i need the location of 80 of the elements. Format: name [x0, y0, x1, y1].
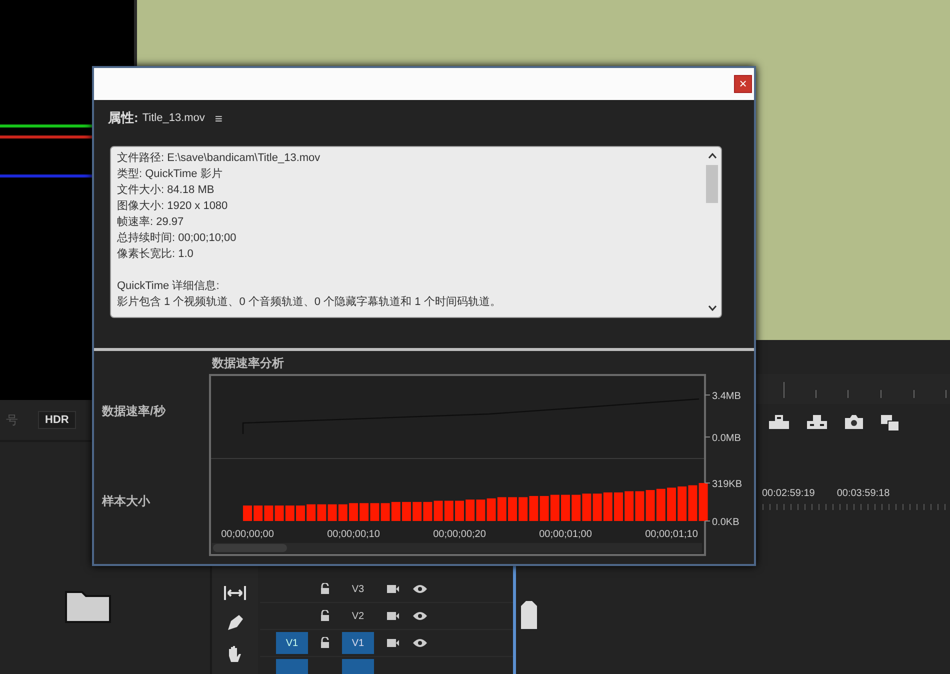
- close-button[interactable]: ×: [734, 75, 752, 93]
- analysis-title: 数据速率分析: [210, 355, 285, 372]
- file-name: Title_13.mov: [142, 112, 205, 124]
- film-icon[interactable]: [386, 637, 400, 649]
- scroll-up-icon[interactable]: [708, 153, 716, 159]
- info-line: 像素长宽比: 1.0: [117, 246, 194, 262]
- sample-bar: [476, 500, 486, 521]
- sample-bar: [635, 491, 644, 521]
- hdr-button[interactable]: HDR: [38, 411, 76, 429]
- sample-bar: [296, 506, 305, 521]
- details-title: QuickTime 详细信息:: [117, 279, 220, 294]
- info-line: 总持续时间: 00;00;10;00: [117, 231, 238, 246]
- film-icon[interactable]: [386, 610, 400, 622]
- overwrite-icon[interactable]: [806, 414, 828, 430]
- y-tick-label: 0.0KB: [712, 517, 740, 528]
- camera-icon[interactable]: [844, 414, 864, 430]
- y-tick: 3.4MB: [704, 391, 741, 402]
- eye-icon[interactable]: [412, 637, 428, 649]
- scroll-down-icon[interactable]: [708, 305, 716, 311]
- sample-bar: [508, 497, 517, 521]
- sample-bar: [349, 503, 358, 521]
- sample-bar: [561, 494, 570, 521]
- lock-icon[interactable]: [320, 637, 330, 649]
- info-line: 文件路径: E:\save\bandicam\Title_13.mov: [117, 150, 322, 166]
- sample-bar: [529, 496, 538, 521]
- info-line: 帧速率: 29.97: [117, 214, 185, 230]
- lock-icon[interactable]: [320, 610, 330, 622]
- insert-icon[interactable]: [768, 414, 790, 430]
- data-rate-label: 数据速率/秒: [102, 403, 166, 420]
- sample-bar: [402, 502, 411, 521]
- sample-bar: [360, 503, 369, 521]
- sample-bar: [254, 506, 263, 521]
- clip-marker-icon: [520, 600, 538, 630]
- scroll-thumb[interactable]: [706, 165, 718, 203]
- sample-size-label: 样本大小: [102, 493, 150, 510]
- sample-bar: [243, 506, 252, 521]
- sample-bar: [317, 504, 326, 521]
- sample-bar: [370, 503, 380, 521]
- sample-bar: [624, 491, 634, 521]
- film-icon[interactable]: [386, 583, 400, 595]
- eye-icon[interactable]: [412, 583, 428, 595]
- x-tick-label: 00;00;01;00: [539, 529, 592, 540]
- menu-button[interactable]: ≡: [214, 110, 222, 126]
- eye-icon[interactable]: [412, 610, 428, 622]
- track-target-button[interactable]: V2: [342, 605, 374, 627]
- sample-bar: [667, 488, 676, 521]
- scroll-thumb[interactable]: [213, 544, 287, 552]
- source-patch-button[interactable]: V1: [276, 632, 308, 654]
- info-line: 图像大小: 1920 x 1080: [117, 199, 229, 214]
- sample-bar: [572, 494, 581, 521]
- sample-bar: [518, 497, 528, 521]
- ripple-edit-icon[interactable]: [223, 584, 247, 602]
- sample-bar: [582, 494, 592, 521]
- x-tick-label: 00;00;00;10: [327, 529, 380, 540]
- sample-bar: [264, 506, 274, 521]
- sample-bar: [423, 502, 432, 521]
- x-tick-label: 00;00;00;20: [433, 529, 486, 540]
- sample-bar: [466, 500, 475, 521]
- sample-bar: [455, 500, 464, 521]
- sample-bar: [688, 485, 698, 521]
- y-tick-label: 319KB: [712, 479, 742, 490]
- timecode-label: 00:02:59:19: [762, 488, 815, 499]
- sample-bar: [306, 504, 316, 521]
- sample-bar: [412, 502, 422, 521]
- sample-bar: [614, 492, 623, 521]
- details-text: 影片包含 1 个视频轨道、0 个音频轨道、0 个隐藏字幕轨道和 1 个时间码轨道。: [117, 294, 502, 310]
- sample-bar: [678, 486, 687, 521]
- panel-title: 属性:: [108, 109, 138, 127]
- timecode-label: 00:03:59:18: [836, 488, 890, 499]
- info-line: 文件大小: 84.18 MB: [117, 182, 216, 198]
- x-tick-label: 00;00;00;00: [221, 529, 274, 540]
- lock-icon[interactable]: [320, 583, 330, 595]
- y-tick: 0.0MB: [704, 433, 741, 444]
- info-line: 类型: QuickTime 影片: [117, 167, 224, 182]
- track-target-button[interactable]: V1: [342, 632, 374, 654]
- x-tick-label: 00;00;01;10: [645, 529, 698, 540]
- y-tick: 319KB: [704, 479, 742, 490]
- y-tick: 0.0KB: [704, 517, 740, 528]
- track-target-button[interactable]: V3: [342, 578, 374, 600]
- compare-icon[interactable]: [880, 414, 900, 432]
